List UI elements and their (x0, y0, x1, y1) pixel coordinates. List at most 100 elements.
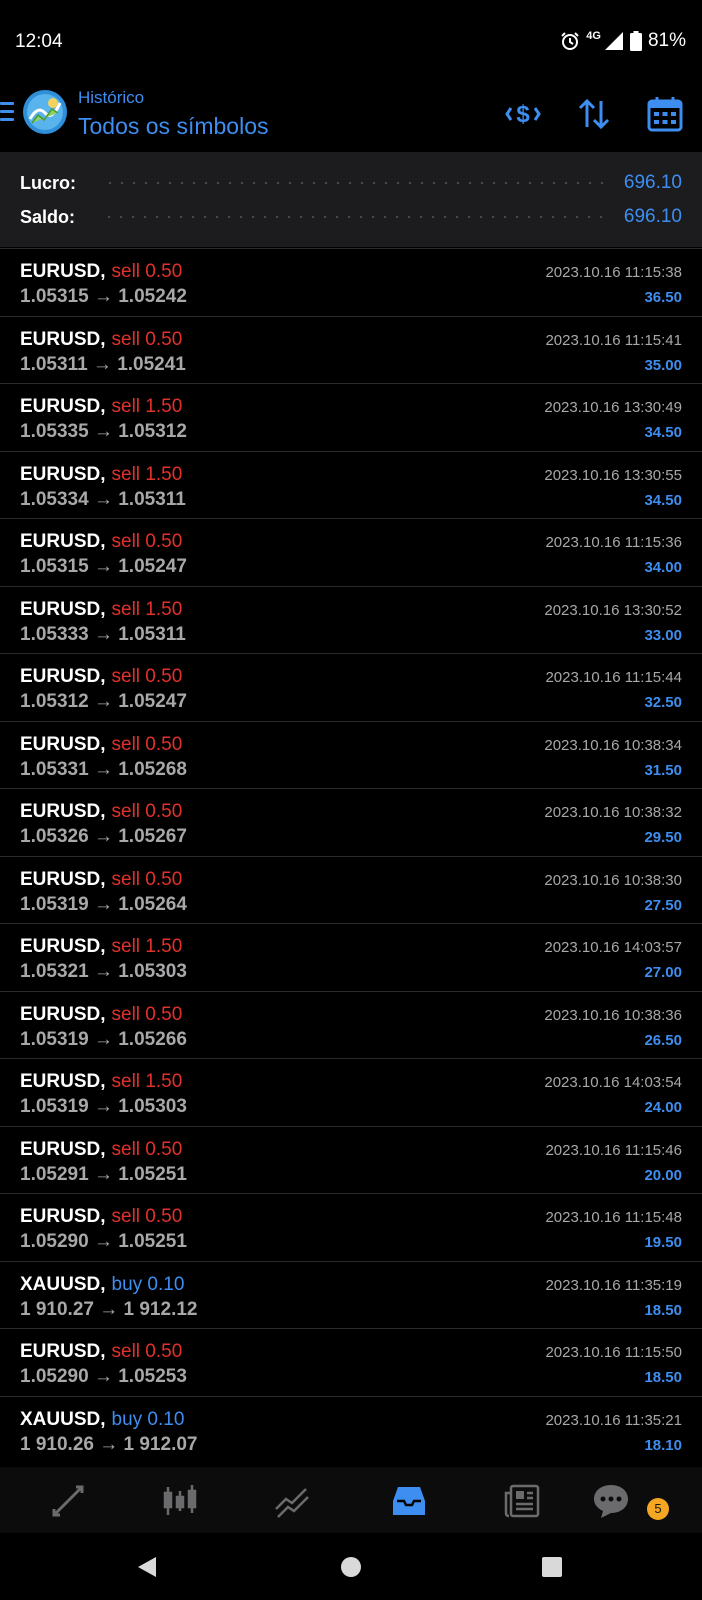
deal-profit: 36.50 (644, 289, 682, 306)
deal-side-volume: sell 0.50 (111, 733, 183, 755)
home-icon[interactable] (340, 1555, 362, 1579)
status-bar: 12:04 4G 81% (0, 0, 702, 86)
status-icons: 4G 81% (560, 30, 686, 52)
deal-symbol: EURUSD, sell 0.50 (20, 666, 182, 688)
metatrader-logo-icon[interactable] (22, 89, 68, 135)
deal-symbol: EURUSD, sell 1.50 (20, 599, 182, 621)
deal-prices: 1.05331 → 1.05268 (20, 758, 187, 780)
page-subtitle: Histórico (78, 88, 145, 107)
status-time: 12:04 (15, 31, 63, 52)
svg-text:$: $ (516, 101, 530, 128)
deal-time: 2023.10.16 11:15:50 (545, 1344, 682, 1361)
deal-time: 2023.10.16 10:38:36 (544, 1006, 682, 1024)
deal-profit: 35.00 (644, 356, 682, 374)
deal-profit: 18.50 (644, 1301, 682, 1319)
deal-row[interactable]: XAUUSD, buy 0.10 1 910.27 → 1 912.12 2023.1… (0, 1260, 702, 1329)
deal-prices: 1 910.26 → 1 912.07 (20, 1433, 198, 1455)
deal-profit: 33.00 (644, 626, 682, 644)
deal-row[interactable]: EURUSD, sell 0.50 1.05312 → 1.05247 2023.10… (0, 653, 702, 721)
currency-exchange-icon[interactable]: $ (503, 94, 543, 134)
deal-time: 2023.10.16 13:30:52 (544, 601, 682, 619)
deal-symbol: EURUSD, sell 0.50 (20, 1206, 182, 1228)
balance-label: Saldo: (20, 206, 76, 227)
deal-time: 2023.10.16 11:35:19 (545, 1276, 682, 1294)
deal-prices: 1.05315 → 1.05247 (20, 556, 187, 577)
deal-row[interactable]: EURUSD, sell 1.50 1.05333 → 1.05311 2023.10… (0, 585, 702, 654)
deal-row[interactable]: EURUSD, sell 1.50 1.05334 → 1.05311 2023.10… (0, 450, 702, 519)
deal-time: 2023.10.16 11:15:46 (545, 1141, 682, 1159)
chat-badge: 5 (647, 1498, 669, 1520)
deal-row[interactable]: EURUSD, sell 0.50 1.05319 → 1.05266 2023.10… (0, 990, 702, 1059)
deal-time: 2023.10.16 14:03:57 (544, 939, 682, 956)
deal-profit: 20.00 (644, 1166, 682, 1184)
deal-symbol-name: EURUSD, (20, 1138, 106, 1160)
deal-symbol: XAUUSD, buy 0.10 (20, 1274, 184, 1296)
deal-profit: 18.10 (644, 1436, 682, 1454)
page-title[interactable]: Todos os símbolos (78, 113, 268, 140)
deal-profit: 26.50 (644, 1031, 682, 1049)
deal-side-volume: sell 0.50 (111, 1341, 183, 1362)
deal-row[interactable]: EURUSD, sell 1.50 1.05319 → 1.05303 2023.10… (0, 1058, 702, 1126)
deal-side-volume: sell 0.50 (111, 801, 183, 822)
deal-row[interactable]: EURUSD, sell 0.50 1.05315 → 1.05242 2023.10… (0, 248, 702, 316)
chat-icon[interactable] (591, 1481, 631, 1521)
deal-symbol-name: EURUSD, (20, 531, 106, 552)
deal-prices: 1.05335 → 1.05312 (20, 421, 187, 442)
deal-row[interactable]: EURUSD, sell 0.50 1.05311 → 1.05241 2023.10… (0, 315, 702, 384)
network-type: 4G (586, 30, 601, 42)
quotes-icon[interactable] (48, 1481, 88, 1521)
deal-symbol: EURUSD, sell 0.50 (20, 261, 182, 283)
deal-symbol: EURUSD, sell 0.50 (20, 869, 182, 891)
deal-row[interactable]: EURUSD, sell 0.50 1.05315 → 1.05247 2023.10… (0, 518, 702, 586)
history-icon[interactable] (389, 1481, 429, 1521)
deal-row[interactable]: EURUSD, sell 0.50 1.05331 → 1.05268 2023.10… (0, 720, 702, 789)
deal-symbol-name: EURUSD, (20, 801, 106, 822)
balance-row: Saldo: 696.10 (20, 204, 682, 230)
deal-symbol: EURUSD, sell 0.50 (20, 734, 182, 756)
back-icon[interactable] (136, 1555, 158, 1579)
deal-profit: 19.50 (644, 1234, 682, 1251)
deal-row[interactable]: XAUUSD, buy 0.10 1 910.26 → 1 912.07 2023.1… (0, 1395, 702, 1464)
chart-icon[interactable] (160, 1481, 200, 1521)
deal-prices: 1 910.27 → 1 912.12 (20, 1298, 198, 1320)
deal-time: 2023.10.16 10:38:32 (544, 804, 682, 821)
deal-symbol: EURUSD, sell 0.50 (20, 1004, 182, 1026)
deal-profit: 32.50 (644, 694, 682, 711)
deal-row[interactable]: EURUSD, sell 0.50 1.05290 → 1.05251 2023.10… (0, 1193, 702, 1261)
deal-side-volume: sell 0.50 (111, 666, 183, 687)
profit-label: Lucro: (20, 172, 76, 193)
deal-row[interactable]: EURUSD, sell 1.50 1.05335 → 1.05312 2023.10… (0, 383, 702, 451)
deal-profit: 27.50 (644, 896, 682, 914)
deal-row[interactable]: EURUSD, sell 0.50 1.05291 → 1.05251 2023.10… (0, 1125, 702, 1194)
deal-row[interactable]: EURUSD, sell 0.50 1.05326 → 1.05267 2023.10… (0, 788, 702, 856)
deal-profit: 18.50 (644, 1369, 682, 1386)
deal-side-volume: sell 0.50 (111, 1206, 183, 1227)
deal-row[interactable]: EURUSD, sell 0.50 1.05319 → 1.05264 2023.10… (0, 855, 702, 924)
deal-time: 2023.10.16 11:15:41 (545, 331, 682, 349)
deal-time: 2023.10.16 14:03:54 (544, 1074, 682, 1091)
trade-icon[interactable] (272, 1481, 312, 1521)
deal-side-volume: buy 0.10 (111, 1408, 185, 1430)
deal-symbol-name: EURUSD, (20, 733, 106, 755)
deal-side-volume: sell 0.50 (111, 531, 183, 552)
news-icon[interactable] (502, 1481, 542, 1521)
deal-symbol-name: EURUSD, (20, 1071, 106, 1092)
deal-profit: 27.00 (644, 964, 682, 981)
deal-prices: 1.05290 → 1.05253 (20, 1366, 187, 1387)
deal-symbol-name: EURUSD, (20, 396, 106, 417)
menu-icon[interactable] (0, 102, 14, 122)
deal-symbol: EURUSD, sell 1.50 (20, 1071, 182, 1093)
sort-icon[interactable] (574, 94, 614, 134)
deal-row[interactable]: EURUSD, sell 1.50 1.05321 → 1.05303 2023.10… (0, 923, 702, 991)
deal-symbol-name: EURUSD, (20, 666, 106, 687)
signal-icon (604, 32, 623, 50)
deal-symbol: XAUUSD, buy 0.10 (20, 1409, 184, 1431)
calendar-icon[interactable] (645, 94, 685, 134)
deal-prices: 1.05291 → 1.05251 (20, 1163, 187, 1185)
deal-row[interactable]: EURUSD, sell 0.50 1.05290 → 1.05253 2023.10… (0, 1328, 702, 1396)
deal-symbol-name: EURUSD, (20, 1206, 106, 1227)
deal-prices: 1.05319 → 1.05266 (20, 1028, 187, 1050)
balance-value: 696.10 (623, 206, 682, 227)
recents-icon[interactable] (541, 1555, 563, 1579)
deal-symbol: EURUSD, sell 0.50 (20, 531, 182, 553)
